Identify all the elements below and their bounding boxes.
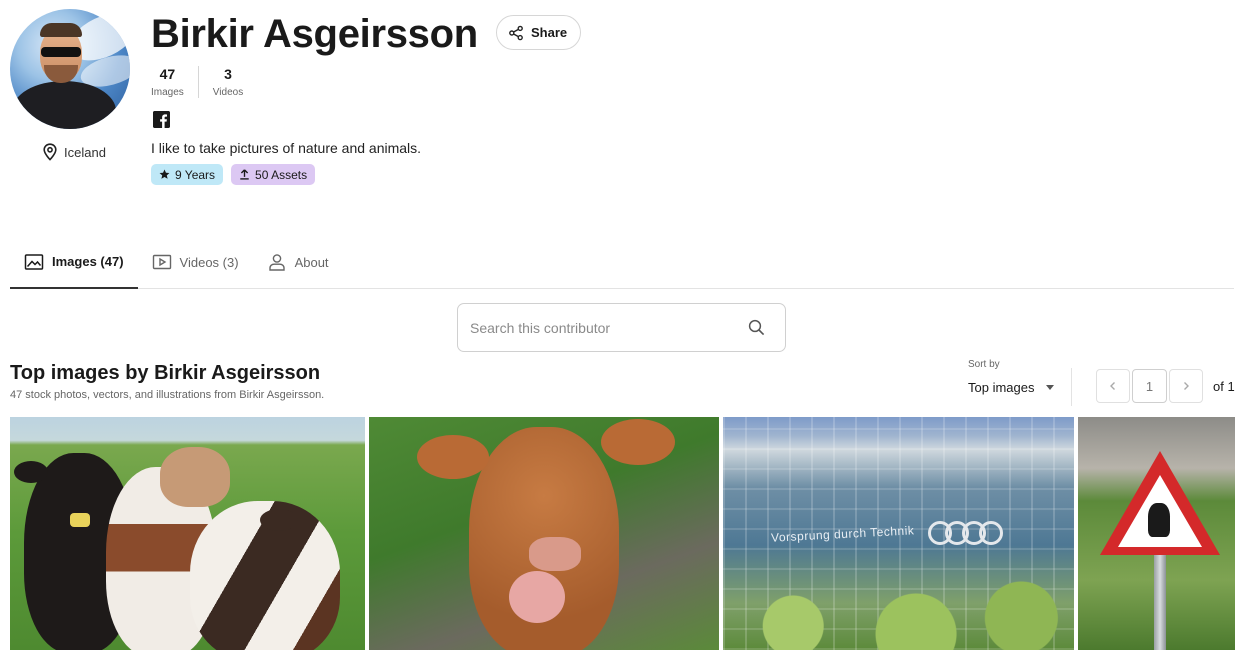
audi-rings	[928, 521, 1003, 545]
content-tabs: Images (47) Videos (3) About	[10, 236, 1234, 289]
chevron-left-icon	[1110, 382, 1115, 390]
tab-label: About	[294, 254, 329, 270]
stat-value: 3	[224, 66, 232, 82]
results-title: Top images by Birkir Asgeirsson	[10, 362, 321, 384]
stat-value: 47	[159, 66, 176, 82]
profile-badges: 9 Years 50 Assets	[151, 164, 316, 185]
assets-badge-label: 50 Assets	[255, 167, 308, 182]
years-badge: 9 Years	[151, 164, 224, 185]
next-page-button[interactable]	[1169, 369, 1203, 403]
tab-videos[interactable]: Videos (3)	[138, 236, 253, 288]
stat-videos: 3 Videos	[197, 66, 244, 98]
stat-label: Images	[151, 87, 184, 98]
contributor-name: Birkir Asgeirsson	[151, 12, 478, 56]
video-icon	[152, 254, 171, 270]
tab-images[interactable]: Images (47)	[10, 236, 138, 289]
location: Iceland	[42, 143, 106, 161]
location-pin-icon	[43, 143, 57, 161]
star-icon	[159, 169, 170, 179]
avatar	[10, 9, 130, 129]
stat-images: 47 Images	[151, 66, 198, 98]
image-thumbnail-troll-sign[interactable]	[1078, 417, 1235, 650]
image-thumbnail-cows[interactable]	[10, 417, 365, 650]
location-text: Iceland	[64, 144, 106, 160]
share-label: Share	[531, 25, 568, 40]
tab-label: Videos (3)	[179, 254, 239, 270]
sort-select[interactable]: Top images	[968, 380, 1055, 395]
pagination: of 1	[1096, 369, 1235, 403]
results-subtitle: 47 stock photos, vectors, and illustrati…	[10, 389, 325, 401]
years-badge-label: 9 Years	[175, 167, 216, 182]
image-icon	[24, 253, 44, 270]
share-button[interactable]: Share	[496, 15, 582, 50]
image-thumbnail-cow[interactable]	[369, 417, 719, 650]
sort-value: Top images	[968, 380, 1035, 395]
divider	[1071, 368, 1072, 406]
contributor-search	[457, 303, 786, 352]
contributor-bio: I like to take pictures of nature and an…	[151, 140, 422, 156]
stat-label: Videos	[212, 87, 244, 98]
sort-label: Sort by	[968, 359, 1000, 370]
sort-control: Sort by Top images	[968, 359, 1055, 395]
share-icon	[509, 25, 523, 40]
chevron-right-icon	[1184, 382, 1189, 390]
tab-label: Images (47)	[52, 254, 124, 269]
image-thumbnail-audi-building[interactable]: Vorsprung durch Technik	[723, 417, 1074, 650]
profile-stats: 47 Images 3 Videos	[151, 66, 243, 98]
prev-page-button[interactable]	[1096, 369, 1130, 403]
upload-icon	[240, 169, 249, 180]
user-icon	[268, 254, 285, 271]
assets-badge: 50 Assets	[231, 164, 316, 185]
facebook-icon[interactable]	[153, 111, 170, 128]
search-icon[interactable]	[748, 319, 765, 336]
page-total: of 1	[1213, 378, 1235, 394]
chevron-down-icon	[1046, 385, 1055, 390]
page-number-input[interactable]	[1132, 369, 1167, 403]
tab-about[interactable]: About	[253, 236, 343, 288]
search-input[interactable]	[470, 319, 748, 336]
